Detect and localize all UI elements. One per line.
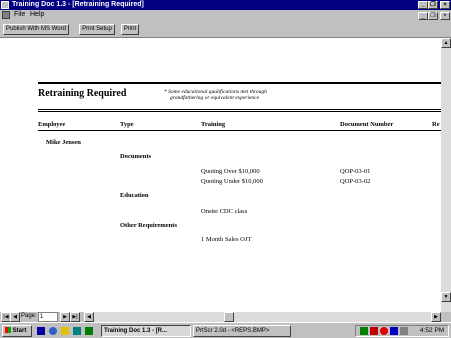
document-number: QOP-03-02 bbox=[340, 178, 371, 185]
window-title: Training Doc 1.3 - [Retraining Required] bbox=[12, 1, 144, 8]
page-number-input[interactable]: 1 bbox=[38, 312, 58, 322]
report-page: Retraining Required * Some educational q… bbox=[0, 38, 441, 312]
last-page-icon[interactable]: ▶| bbox=[70, 312, 80, 322]
windows-logo-icon bbox=[5, 327, 11, 334]
restore-button[interactable]: ❐ bbox=[428, 1, 438, 9]
horizontal-scrollbar[interactable]: ◀ ▶ bbox=[84, 312, 441, 322]
tray-icon-3[interactable] bbox=[380, 327, 388, 335]
menu-help[interactable]: Help bbox=[30, 11, 44, 18]
task-prtscr[interactable]: PrtScr 2.0d - <REPS.BMP> bbox=[193, 325, 291, 337]
minimize-button[interactable]: _ bbox=[418, 1, 428, 9]
header-rule-top bbox=[38, 109, 441, 110]
doc-restore-button[interactable]: ❐ bbox=[428, 12, 438, 20]
menu-file[interactable]: File bbox=[14, 11, 25, 18]
tray-icon-4[interactable] bbox=[390, 327, 398, 335]
scroll-right-icon[interactable]: ▶ bbox=[431, 312, 441, 322]
col-document-number: Document Number bbox=[340, 121, 394, 128]
next-page-icon[interactable]: ▶ bbox=[60, 312, 70, 322]
tray-icon-2[interactable] bbox=[370, 327, 378, 335]
start-label: Start bbox=[12, 328, 27, 334]
top-rule bbox=[38, 82, 441, 84]
toolbar: Publish With MS Word Print Setup Print bbox=[0, 22, 451, 38]
training-item: Quoting Under $10,000 bbox=[201, 178, 263, 185]
tray-icon-1[interactable] bbox=[360, 327, 368, 335]
scroll-up-icon[interactable]: ▲ bbox=[441, 38, 451, 48]
print-setup-button[interactable]: Print Setup bbox=[79, 24, 115, 35]
app-icon[interactable] bbox=[1, 1, 9, 9]
header-rule-bottom bbox=[38, 130, 441, 131]
training-item: 1 Month Sales OJT bbox=[201, 236, 252, 243]
scroll-thumb[interactable] bbox=[224, 312, 234, 322]
report-note-line2: grandfathering or equivalent experience bbox=[170, 95, 260, 101]
clock: 4:52 PM bbox=[420, 327, 445, 334]
document-number: QOP-03-01 bbox=[340, 168, 371, 175]
col-re: Re bbox=[432, 121, 440, 128]
menu-bar: File Help _ ❐ × bbox=[0, 10, 451, 21]
navigation-bar: |◀ ◀ Page: 1 ▶ ▶| ◀ ▶ bbox=[0, 312, 451, 322]
type-documents: Documents bbox=[120, 153, 152, 160]
publish-ms-word-button[interactable]: Publish With MS Word bbox=[3, 24, 69, 35]
browser-icon[interactable] bbox=[49, 327, 57, 335]
doc-icon[interactable] bbox=[2, 11, 10, 19]
col-training: Training bbox=[201, 121, 226, 128]
training-item: Quoting Over $10,000 bbox=[201, 168, 260, 175]
quick-launch-icon[interactable] bbox=[37, 327, 45, 335]
training-item: Onsite CDC class bbox=[201, 208, 248, 215]
task-training-doc[interactable]: Training Doc 1.3 - [R... bbox=[101, 325, 191, 337]
outlook-icon[interactable] bbox=[61, 327, 69, 335]
print-button[interactable]: Print bbox=[121, 24, 139, 35]
type-education: Education bbox=[120, 192, 149, 199]
prev-page-icon[interactable]: ◀ bbox=[10, 312, 20, 322]
start-button[interactable]: Start bbox=[2, 325, 32, 337]
close-button[interactable]: × bbox=[440, 1, 450, 9]
header-rule-top2 bbox=[38, 111, 441, 112]
report-title: Retraining Required bbox=[38, 88, 127, 99]
col-type: Type bbox=[120, 121, 134, 128]
desktop-icon[interactable] bbox=[73, 327, 81, 335]
col-employee: Employee bbox=[38, 121, 66, 128]
scroll-left-icon[interactable]: ◀ bbox=[84, 312, 94, 322]
page-label: Page: bbox=[21, 313, 37, 319]
channel-icon[interactable] bbox=[85, 327, 93, 335]
taskbar: Start Training Doc 1.3 - [R... PrtScr 2.… bbox=[0, 322, 451, 338]
doc-minimize-button[interactable]: _ bbox=[418, 12, 428, 20]
volume-icon[interactable] bbox=[400, 327, 408, 335]
vertical-scrollbar[interactable]: ▲ ▼ bbox=[441, 38, 451, 312]
scroll-down-icon[interactable]: ▼ bbox=[441, 292, 451, 302]
employee-name: Mike Jensen bbox=[46, 139, 81, 146]
type-other-requirements: Other Requirements bbox=[120, 222, 177, 229]
title-bar: Training Doc 1.3 - [Retraining Required]… bbox=[0, 0, 451, 10]
doc-close-button[interactable]: × bbox=[440, 12, 450, 20]
system-tray: 4:52 PM bbox=[355, 325, 449, 337]
